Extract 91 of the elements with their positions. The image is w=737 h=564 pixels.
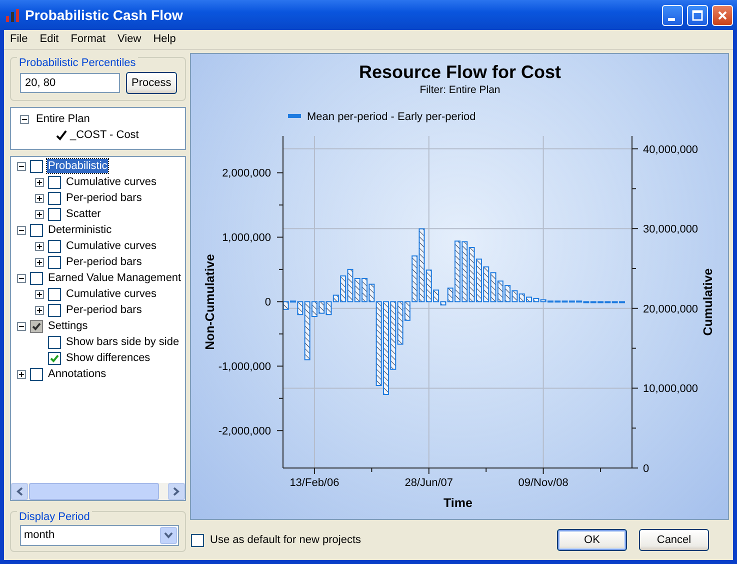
- legend-swatch: [288, 114, 301, 118]
- dialog-button[interactable]: Cancel: [639, 529, 709, 551]
- checkbox[interactable]: [30, 272, 43, 284]
- axis-title: Time: [444, 496, 472, 510]
- expand-icon[interactable]: [35, 194, 44, 202]
- tick-label: -2,000,000: [218, 426, 271, 438]
- checkbox[interactable]: [30, 224, 43, 236]
- checkbox[interactable]: [48, 304, 61, 316]
- maximize-icon: [691, 8, 704, 22]
- chevron-right-icon: [173, 487, 180, 496]
- tick-label: 10,000,000: [643, 383, 698, 396]
- minimize-button[interactable]: [662, 4, 683, 26]
- tree-item[interactable]: Settings: [47, 319, 89, 333]
- checkbox[interactable]: [48, 176, 61, 188]
- scroll-right-button[interactable]: [168, 483, 185, 500]
- tree-item[interactable]: Per-period bars: [65, 191, 143, 205]
- collapse-icon[interactable]: [17, 226, 26, 234]
- tick-label: 0: [643, 463, 650, 475]
- menu-item[interactable]: View: [112, 31, 148, 48]
- collapse-icon[interactable]: [17, 322, 26, 330]
- app-icon: [5, 7, 21, 23]
- tree-item[interactable]: Per-period bars: [65, 303, 143, 317]
- menu-item[interactable]: Edit: [34, 31, 65, 48]
- tree-item[interactable]: Earned Value Management: [47, 271, 182, 285]
- chevron-left-icon: [16, 487, 23, 496]
- expand-icon[interactable]: [35, 210, 44, 218]
- checkbox[interactable]: [48, 208, 61, 220]
- close-button[interactable]: [712, 4, 733, 26]
- minimize-icon: [668, 18, 674, 20]
- tree-item[interactable]: Cumulative curves: [65, 287, 158, 301]
- group-label: Display Period: [17, 511, 92, 523]
- expand-icon[interactable]: [17, 370, 26, 378]
- checkbox[interactable]: [191, 534, 204, 546]
- tree-item[interactable]: Annotations: [47, 367, 108, 381]
- period-dropdown[interactable]: month: [20, 525, 179, 546]
- tree-item[interactable]: Entire Plan: [35, 112, 91, 126]
- expand-icon[interactable]: [35, 306, 44, 314]
- tree-item[interactable]: Show differences: [65, 351, 152, 365]
- collapse-icon[interactable]: [17, 162, 26, 170]
- tick-label: 1,000,000: [222, 232, 271, 244]
- tick-label: 28/Jun/07: [404, 477, 454, 489]
- expand-icon[interactable]: [35, 242, 44, 250]
- checkbox[interactable]: [48, 256, 61, 268]
- group-label: Probabilistic Percentiles: [17, 57, 138, 69]
- checkbox-label: Use as default for new projects: [210, 532, 362, 548]
- tree-item[interactable]: Probabilistic: [47, 159, 108, 173]
- axis-title: Cumulative: [701, 268, 715, 336]
- axis-title: Non-Cumulative: [203, 254, 217, 350]
- checkbox[interactable]: [48, 288, 61, 300]
- percentiles-field[interactable]: 20, 80: [20, 73, 120, 93]
- tick-label: 13/Feb/06: [290, 477, 340, 489]
- checkbox[interactable]: [48, 192, 61, 204]
- scroll-left-button[interactable]: [11, 483, 28, 500]
- checkbox[interactable]: [48, 336, 61, 348]
- checkbox[interactable]: [48, 352, 61, 364]
- collapse-icon[interactable]: [17, 274, 26, 282]
- process-button[interactable]: Process: [126, 72, 178, 94]
- tick-label: 2,000,000: [222, 168, 271, 180]
- tick-label: 40,000,000: [643, 144, 698, 156]
- tick-label: 30,000,000: [643, 224, 698, 236]
- checkbox[interactable]: [30, 320, 43, 332]
- tree-item[interactable]: Cumulative curves: [65, 175, 158, 189]
- tree-item[interactable]: Cumulative curves: [65, 239, 158, 253]
- maximize-button[interactable]: [687, 4, 708, 26]
- menu-item[interactable]: File: [4, 31, 34, 48]
- tick-label: -1,000,000: [218, 361, 271, 374]
- scrollbar-thumb[interactable]: [29, 483, 159, 500]
- tick-label: 20,000,000: [643, 303, 698, 316]
- dialog-button[interactable]: OK: [557, 529, 627, 551]
- tree-item[interactable]: Scatter: [65, 207, 102, 221]
- checkbox[interactable]: [48, 240, 61, 252]
- collapse-icon[interactable]: [20, 114, 29, 124]
- tree-item[interactable]: Per-period bars: [65, 255, 143, 269]
- tree-item[interactable]: Deterministic: [47, 223, 113, 237]
- expand-icon[interactable]: [35, 290, 44, 298]
- window-title: Probabilistic Cash Flow: [25, 6, 184, 24]
- legend-label: Mean per-period - Early per-period: [307, 111, 476, 123]
- expand-icon[interactable]: [35, 258, 44, 266]
- tree-item[interactable]: Show bars side by side: [65, 335, 180, 349]
- tree-item[interactable]: _COST - Cost: [69, 128, 140, 142]
- dropdown-value: month: [24, 528, 55, 544]
- checkbox[interactable]: [30, 368, 43, 380]
- menu-item[interactable]: Format: [64, 31, 112, 48]
- chart-title: Resource Flow for Cost: [358, 62, 562, 82]
- checkbox[interactable]: [30, 160, 43, 172]
- expand-icon[interactable]: [35, 178, 44, 186]
- chart-subtitle: Filter: Entire Plan: [420, 84, 500, 96]
- menu-item[interactable]: Help: [147, 31, 182, 48]
- tick-label: 0: [264, 296, 271, 309]
- close-icon: [716, 8, 729, 22]
- tick-label: 09/Nov/08: [518, 477, 568, 489]
